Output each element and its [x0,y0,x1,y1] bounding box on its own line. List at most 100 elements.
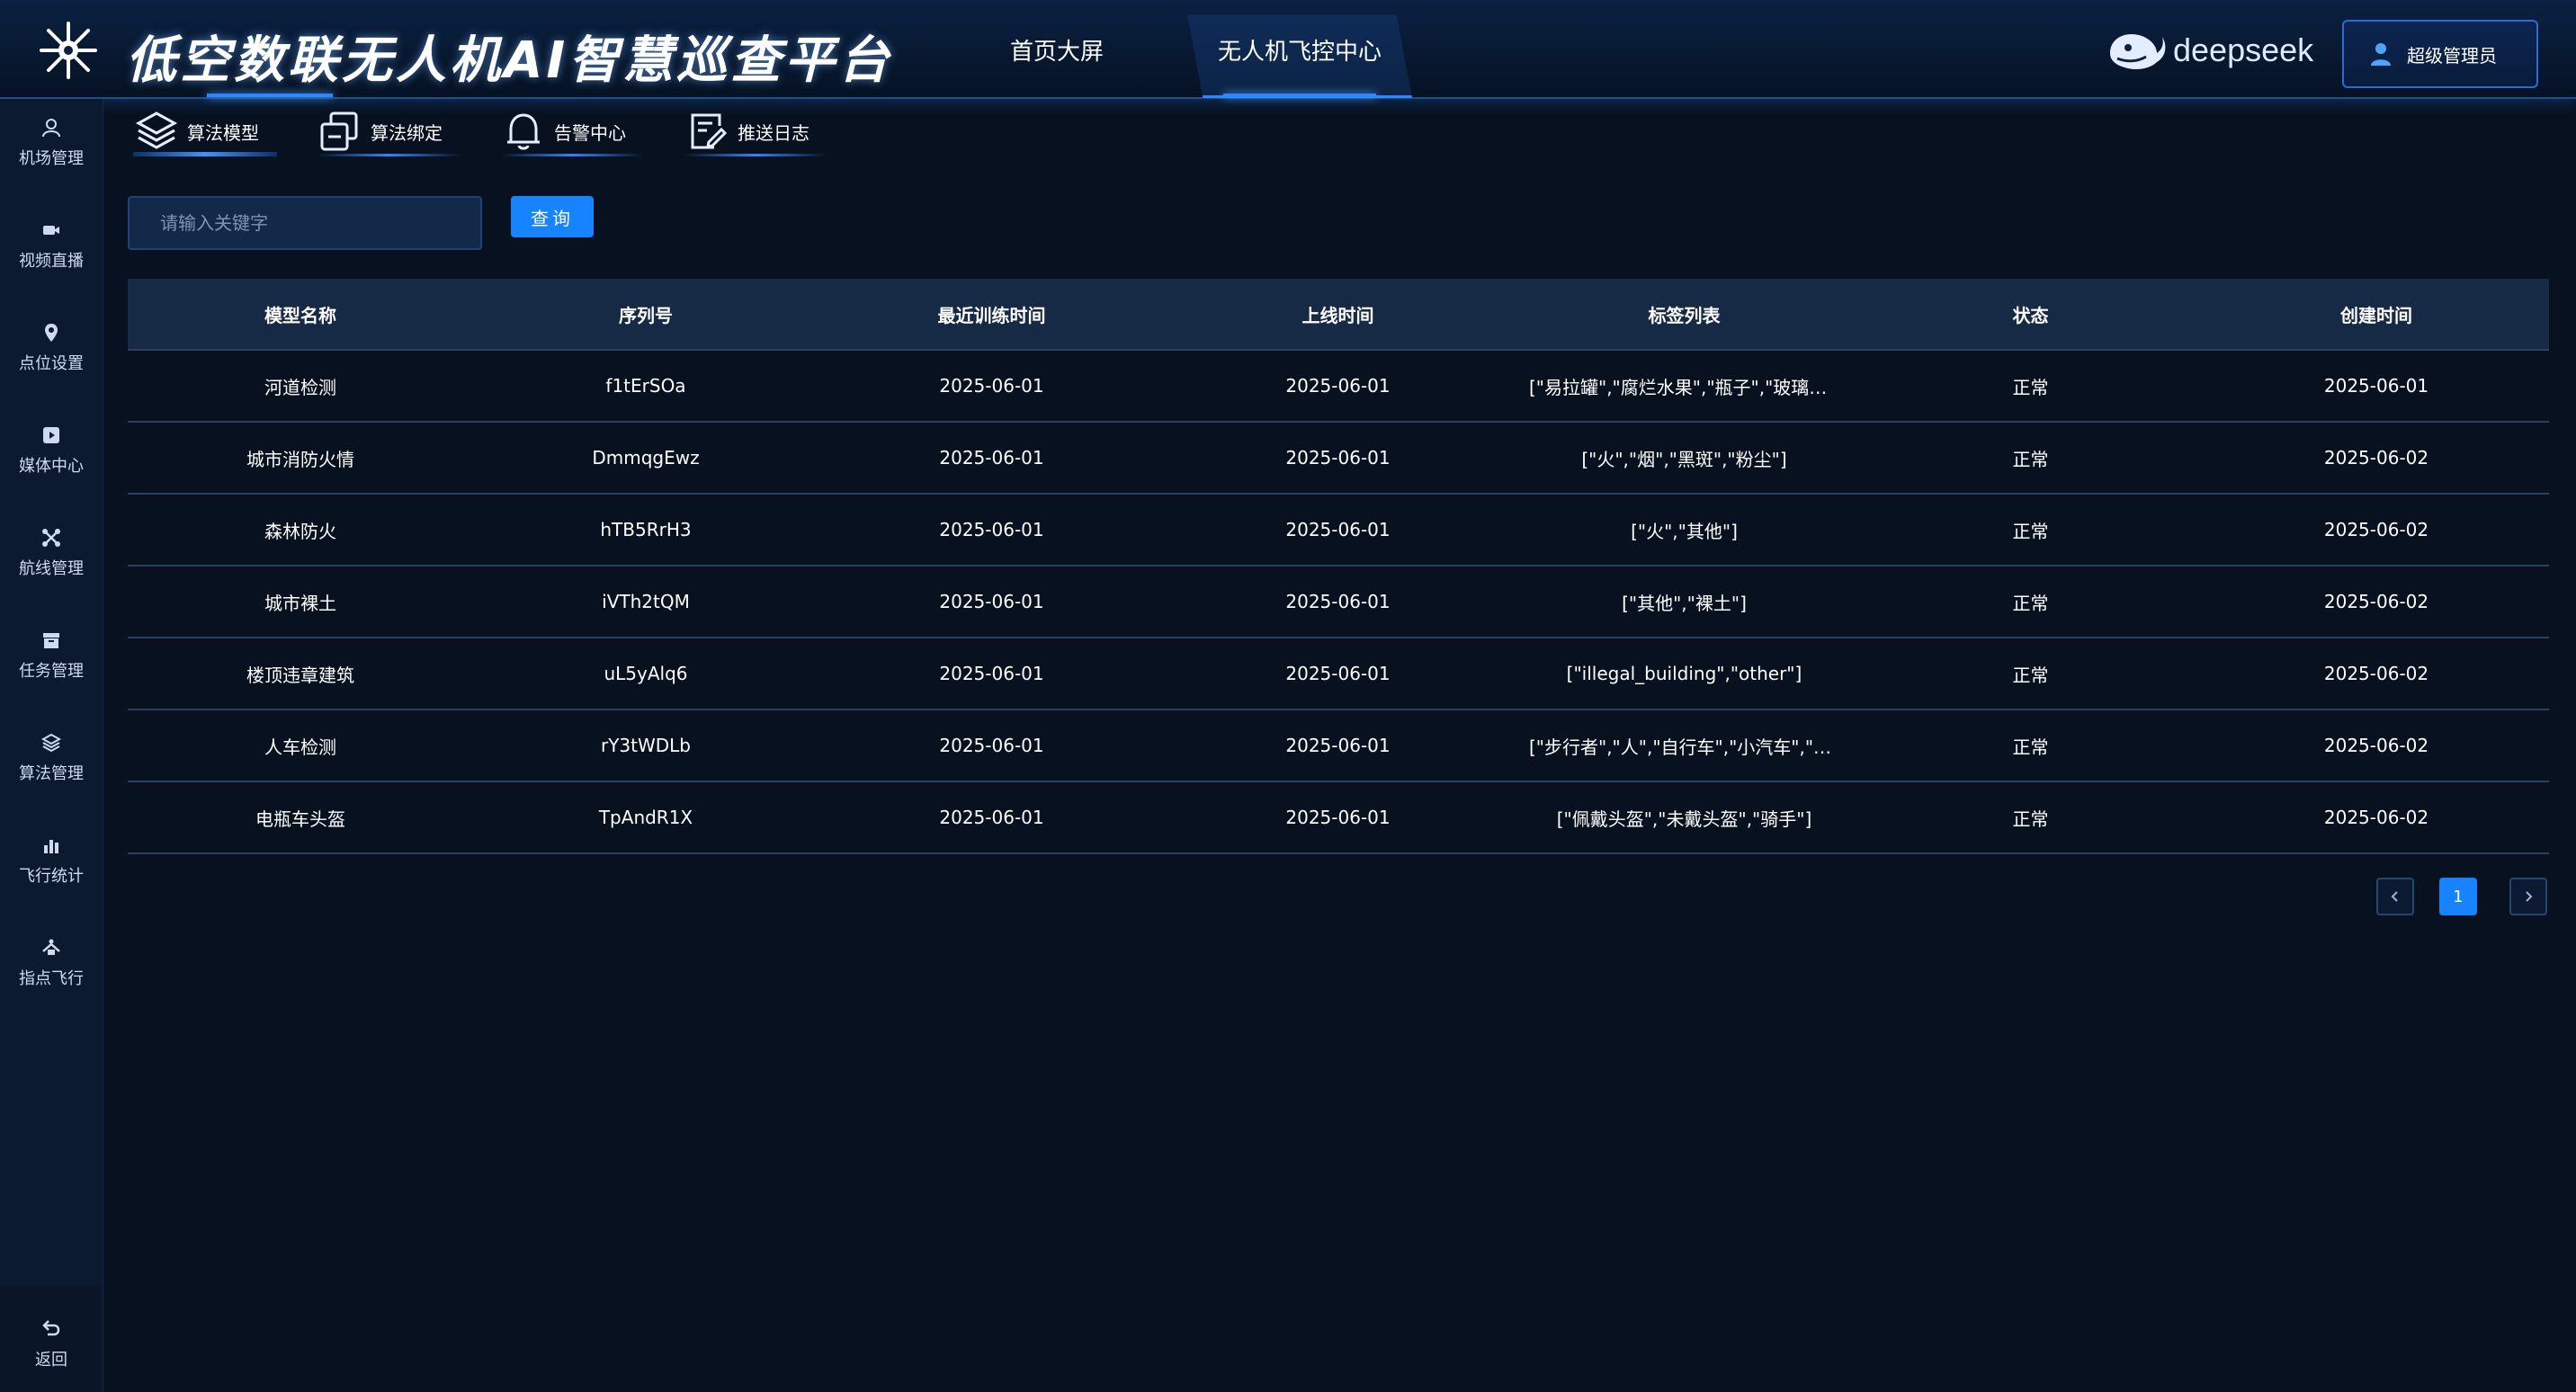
model-name-cell: 人车检测 [264,736,336,758]
video-icon [43,226,59,235]
serial-cell: TpAndR1X [598,807,693,828]
trained-time-cell: 2025-06-01 [939,807,1044,828]
sidebar-item-label: 任务管理 [19,662,84,681]
sidebar-item-flight-stats[interactable]: 飞行统计 [0,834,103,915]
trained-time-cell: 2025-06-01 [939,591,1044,612]
created-time-cell: 2025-06-01 [2323,375,2429,397]
tags-cell: ["火","其他"] [1631,520,1738,542]
online-time-cell: 2025-06-01 [1285,519,1391,540]
sidebar-item-airport[interactable]: 机场管理 [0,117,103,198]
sidebar-item-label: 视频直播 [19,252,84,271]
bell-icon [507,113,540,150]
status-cell: 正常 [2012,448,2049,470]
table-row[interactable]: 人车检测 rY3tWDLb 2025-06-01 2025-06-01 ["步行… [128,710,2549,782]
table-header: 模型名称 序列号 最近训练时间 上线时间 标签列表 状态 创建时间 [128,279,2549,351]
layers-icon [135,112,178,149]
status-cell: 正常 [2012,664,2049,686]
serial-cell: hTB5RrH3 [600,519,692,540]
whale-logo-icon [2110,33,2166,69]
sidebar-item-point-flight[interactable]: 指点飞行 [0,937,103,1018]
column-header[interactable]: 上线时间 [1165,301,1511,327]
user-outline-icon [42,119,60,138]
trained-time-cell: 2025-06-01 [939,735,1044,756]
header-glow-line [207,94,333,97]
column-header[interactable]: 标签列表 [1511,301,1857,327]
chevron-left-icon [2391,891,2398,902]
back-button[interactable]: 返回 [0,1286,103,1392]
edit-doc-icon [691,113,728,149]
sidebar-item-media[interactable]: 媒体中心 [0,424,103,505]
created-time-cell: 2025-06-02 [2323,519,2429,540]
pagination-prev-button[interactable] [2376,878,2414,915]
table-row[interactable]: 电瓶车头盔 TpAndR1X 2025-06-01 2025-06-01 ["佩… [128,782,2549,854]
serial-cell: iVTh2tQM [602,591,690,612]
serial-cell: f1tErSOa [605,375,686,397]
column-header[interactable]: 状态 [1857,301,2204,327]
pagination-page-current[interactable]: 1 [2439,878,2477,915]
tags-cell: ["火","烟","黑斑","粉尘"] [1581,448,1787,470]
status-cell: 正常 [2012,592,2049,614]
app-title: 低空数联无人机AI智慧巡查平台 [126,31,893,90]
sidebar-item-routes[interactable]: 航线管理 [0,527,103,608]
pagination-next-button[interactable] [2509,878,2547,915]
subtab-alert-center[interactable]: 告警中心 [500,106,644,156]
subtab-label: 告警中心 [554,121,626,144]
back-label: 返回 [35,1351,67,1370]
trained-time-cell: 2025-06-01 [939,519,1044,540]
table-row[interactable]: 城市裸土 iVTh2tQM 2025-06-01 2025-06-01 ["其他… [128,567,2549,638]
sidebar-item-video[interactable]: 视频直播 [0,219,103,300]
online-time-cell: 2025-06-01 [1285,447,1391,468]
subtab-algorithm-binding[interactable]: 算法绑定 [317,106,461,156]
sidebar-item-tasks[interactable]: 任务管理 [0,629,103,710]
layers-icon [40,733,62,753]
tags-cell: ["其他","裸土"] [1622,592,1747,614]
subtab-label: 推送日志 [738,121,809,144]
trained-time-cell: 2025-06-01 [939,663,1044,684]
table-row[interactable]: 河道检测 f1tErSOa 2025-06-01 2025-06-01 ["易拉… [128,351,2549,423]
table-row[interactable]: 城市消防火情 DmmqgEwz 2025-06-01 2025-06-01 ["… [128,423,2549,495]
subtab-underline [684,154,827,156]
table-row[interactable]: 楼顶违章建筑 uL5yAlq6 2025-06-01 2025-06-01 ["… [128,638,2549,710]
table-row[interactable]: 森林防火 hTB5RrH3 2025-06-01 2025-06-01 ["火"… [128,495,2549,567]
serial-cell: DmmqgEwz [592,447,700,468]
sidebar-item-label: 飞行统计 [19,867,84,886]
online-time-cell: 2025-06-01 [1285,735,1391,756]
model-name-cell: 城市裸土 [264,592,336,614]
header-glow-line [1223,94,1376,97]
sidebar-item-label: 指点飞行 [19,969,84,988]
column-header[interactable]: 模型名称 [128,301,473,327]
brand: deepseek [2105,25,2313,76]
model-name-cell: 城市消防火情 [246,448,354,470]
sidebar-item-points[interactable]: 点位设置 [0,322,103,403]
drone-logo-icon [40,22,97,79]
created-time-cell: 2025-06-02 [2323,447,2429,468]
trained-time-cell: 2025-06-01 [939,375,1044,397]
subtab-algorithm-model[interactable]: 算法模型 [133,106,277,156]
bar-chart-icon [44,840,58,853]
drone-point-icon [42,939,60,955]
serial-cell: rY3tWDLb [600,735,692,756]
user-menu-button[interactable]: 超级管理员 [2342,20,2538,88]
query-button[interactable]: 查询 [511,196,594,237]
user-name: 超级管理员 [2407,44,2497,67]
column-header[interactable]: 最近训练时间 [818,301,1165,327]
sidebar-item-label: 点位设置 [19,354,84,373]
sidebar-item-label: 算法管理 [19,764,84,783]
model-name-cell: 河道检测 [264,376,336,398]
subtab-push-log[interactable]: 推送日志 [684,106,827,156]
column-header[interactable]: 序列号 [473,301,818,327]
online-time-cell: 2025-06-01 [1285,375,1391,397]
route-icon [42,529,60,547]
created-time-cell: 2025-06-02 [2323,735,2429,756]
tags-cell: ["illegal_building","other"] [1566,663,1802,684]
nav-tab-flight-control[interactable]: 无人机飞控中心 [1187,14,1412,98]
nav-tab-home[interactable]: 首页大屏 [989,27,1124,77]
tags-cell: ["佩戴头盔","未戴头盔","骑手"] [1556,808,1812,830]
sidebar-item-algorithm[interactable]: 算法管理 [0,732,103,813]
model-name-cell: 电瓶车头盔 [255,808,345,830]
location-pin-icon [45,324,58,342]
column-header[interactable]: 创建时间 [2204,301,2549,327]
search-input[interactable] [128,196,482,250]
sidebar-item-label: 机场管理 [19,149,84,168]
subtab-label: 算法绑定 [371,121,443,144]
